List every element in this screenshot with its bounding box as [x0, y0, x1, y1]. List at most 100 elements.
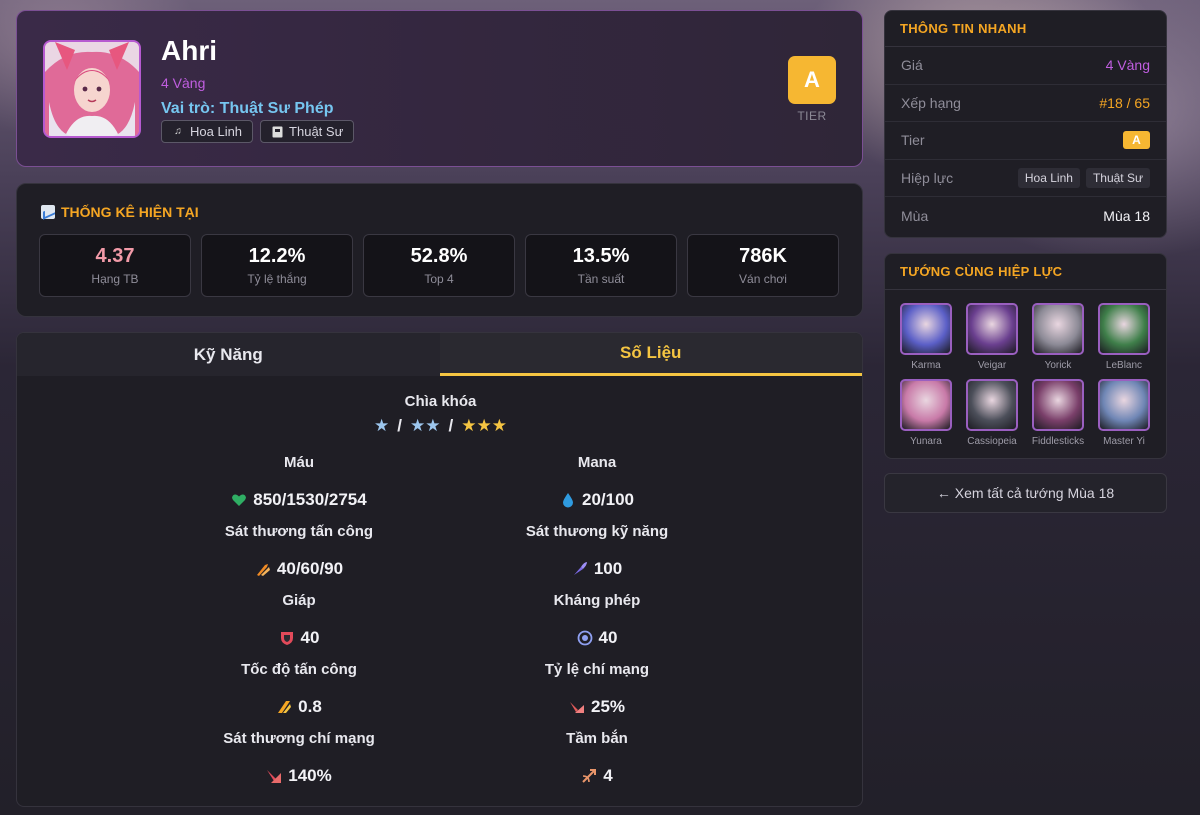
stat-value-range: 4	[497, 766, 697, 786]
champion-portrait	[43, 40, 141, 138]
crit-chance-icon	[569, 699, 585, 715]
tab-bar: Kỹ Năng Số Liệu	[17, 333, 862, 376]
value-text: 40	[300, 628, 320, 647]
stat-label-magic-resist: Kháng phép	[553, 592, 641, 609]
quick-row-season: Mùa Mùa 18	[885, 197, 1166, 235]
value-text: 20/100	[582, 490, 634, 509]
star-key: ★ / ★★ / ★★★	[17, 416, 862, 436]
stat-games-played: 786K Ván chơi	[687, 234, 839, 297]
stat-label-attack-damage: Sát thương tấn công	[224, 523, 374, 540]
value-text: 40	[598, 628, 618, 647]
champion-card[interactable]: Fiddlesticks	[1032, 379, 1084, 447]
trait-chip-hoa-linh[interactable]: ♫ Hoa Linh	[161, 120, 254, 143]
stat-label-health: Máu	[284, 454, 314, 471]
stat-value-attack-damage: 40/60/90	[199, 559, 399, 579]
row-label: Xếp hạng	[901, 94, 961, 111]
stat-win-rate: 12.2% Tỷ lệ thắng	[201, 234, 353, 297]
row-label: Giá	[901, 57, 923, 74]
quick-row-price: Giá 4 Vàng	[885, 47, 1166, 85]
champion-card[interactable]: Master Yi	[1098, 379, 1150, 447]
synergy-chip[interactable]: Thuật Sư	[1085, 167, 1150, 188]
range-icon	[581, 768, 597, 784]
stat-top4: 52.8% Top 4	[363, 234, 515, 297]
champion-name: LeBlanc	[1105, 360, 1143, 371]
stat-frequency: 13.5% Tần suất	[525, 234, 677, 297]
champion-name: Karma	[911, 360, 941, 371]
stat-value-armor: 40	[199, 628, 399, 648]
row-value: 4 Vàng	[1105, 57, 1150, 74]
trait-list: ♫ Hoa Linh Thuật Sư	[161, 120, 355, 143]
champion-card[interactable]: Karma	[900, 303, 952, 371]
stat-value: 12.2%	[248, 245, 306, 267]
champion-card[interactable]: Yorick	[1032, 303, 1084, 371]
champion-card[interactable]: Cassiopeia	[966, 379, 1018, 447]
champion-card[interactable]: Veigar	[966, 303, 1018, 371]
champion-thumbnail	[1032, 303, 1084, 355]
stat-value-magic-resist: 40	[497, 628, 697, 648]
trait-label: Hoa Linh	[190, 124, 243, 139]
champion-name: Cassiopeia	[967, 436, 1017, 447]
stat-value: 4.37	[95, 245, 135, 267]
champion-name: Yunara	[910, 436, 942, 447]
stat-value-mana: 20/100	[497, 490, 697, 510]
stat-value-crit-damage: 140%	[199, 766, 399, 786]
value-text: 850/1530/2754	[253, 490, 367, 509]
stat-label-crit-damage: Sát thương chí mạng	[223, 730, 375, 747]
stats-title: THỐNG KÊ HIỆN TẠI	[41, 204, 199, 220]
champion-role: Vai trò: Thuật Sư Phép	[161, 100, 334, 117]
champion-card[interactable]: Yunara	[900, 379, 952, 447]
value-text: 0.8	[298, 697, 322, 716]
stat-value: 52.8%	[410, 245, 468, 267]
champion-name: Fiddlesticks	[1031, 436, 1085, 447]
current-stats-card: THỐNG KÊ HIỆN TẠI 4.37 Hạng TB 12.2% Tỷ …	[16, 183, 863, 317]
champion-thumbnail	[966, 379, 1018, 431]
stat-avg-placement: 4.37 Hạng TB	[39, 234, 191, 297]
champion-thumbnail	[1098, 379, 1150, 431]
champion-thumbnail	[1032, 379, 1084, 431]
champion-name: Master Yi	[1103, 436, 1145, 447]
champion-thumbnail	[900, 379, 952, 431]
tab-skills[interactable]: Kỹ Năng	[17, 333, 440, 376]
synergy-chip-list: Hoa Linh Thuật Sư	[1017, 167, 1150, 188]
star-level-1: ★	[374, 416, 390, 435]
stat-label-range: Tầm bắn	[566, 730, 628, 747]
champion-name: Veigar	[977, 360, 1007, 371]
value-text: 4	[603, 766, 613, 785]
quick-info-title: THÔNG TIN NHANH	[885, 11, 1166, 47]
tab-stats[interactable]: Số Liệu	[439, 333, 862, 376]
champion-name: Yorick	[1044, 360, 1072, 371]
quick-row-tier: Tier A	[885, 122, 1166, 160]
stats-tab-content: Chìa khóa ★ / ★★ / ★★★ Máu Mana 850/1530…	[17, 376, 862, 806]
key-label: Chìa khóa	[404, 393, 477, 410]
tier-mini-badge: A	[1123, 131, 1150, 150]
champion-thumbnail	[1098, 303, 1150, 355]
tier-caption: TIER	[797, 109, 827, 123]
synergy-chip[interactable]: Hoa Linh	[1017, 167, 1080, 188]
stat-label: Ván chơi	[739, 272, 787, 286]
champion-name: Ahri	[161, 35, 217, 66]
trait-label: Thuật Sư	[289, 124, 344, 139]
trait-chip-thuat-su[interactable]: Thuật Sư	[260, 120, 355, 143]
separator: /	[397, 416, 403, 435]
view-all-champions-button[interactable]: ← Xem tất cả tướng Mùa 18	[884, 473, 1167, 513]
champion-cost: 4 Vàng	[161, 75, 206, 91]
stat-label-ability-power: Sát thương kỹ năng	[525, 523, 669, 540]
champion-card[interactable]: LeBlanc	[1098, 303, 1150, 371]
row-label: Hiệp lực	[901, 169, 954, 186]
quick-info-panel: THÔNG TIN NHANH Giá 4 Vàng Xếp hạng #18 …	[884, 10, 1167, 238]
champion-header: Ahri 4 Vàng Vai trò: Thuật Sư Phép ♫ Hoa…	[16, 10, 863, 167]
quick-row-rank: Xếp hạng #18 / 65	[885, 85, 1166, 122]
row-label: Tier	[901, 132, 925, 149]
tier-badge: A	[788, 56, 836, 104]
star-level-3: ★★★	[461, 416, 507, 435]
champion-grid: Karma Veigar Yorick LeBlanc Yunara Cassiopeia…	[900, 303, 1150, 447]
stat-grid: 4.37 Hạng TB 12.2% Tỷ lệ thắng 52.8% Top…	[39, 234, 839, 297]
attack-speed-icon	[276, 699, 292, 715]
details-tabs-card: Kỹ Năng Số Liệu Chìa khóa ★ / ★★ / ★★★ M…	[16, 332, 863, 807]
stat-label-mana: Mana	[577, 454, 617, 471]
shield-icon	[279, 630, 295, 646]
same-synergy-title: TƯỚNG CÙNG HIỆP LỰC	[885, 254, 1166, 290]
magic-resist-icon	[577, 630, 593, 646]
stat-value-health: 850/1530/2754	[199, 490, 399, 510]
music-note-icon: ♫	[174, 126, 182, 137]
